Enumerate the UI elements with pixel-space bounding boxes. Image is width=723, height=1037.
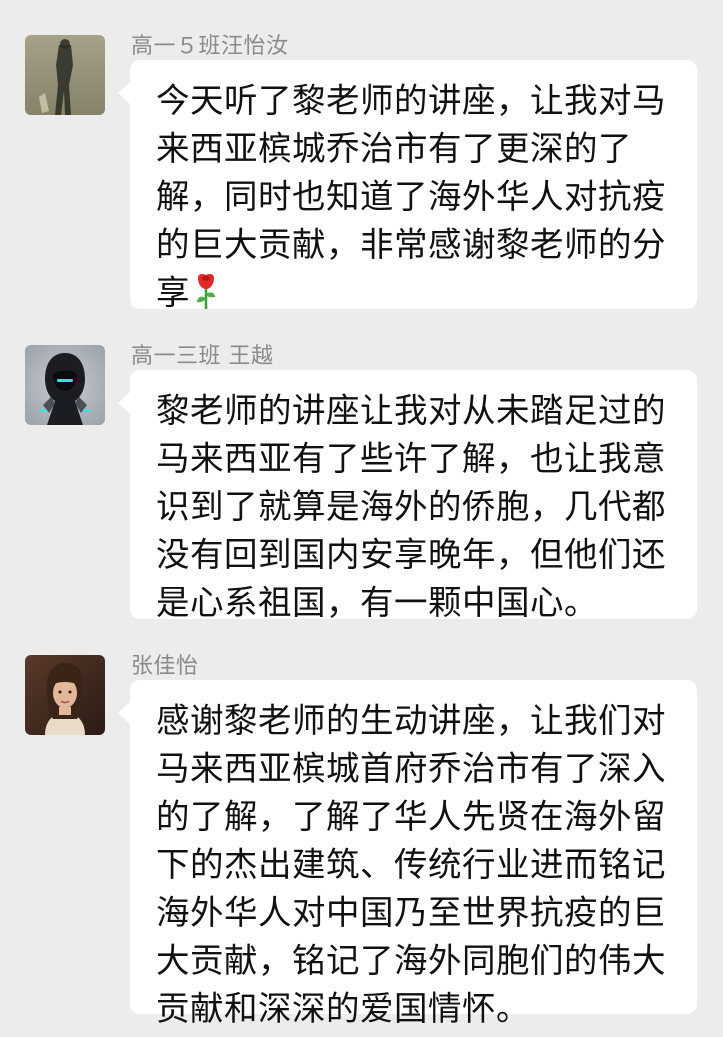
message-line: 马来西亚槟城首府乔治市有了深入 xyxy=(156,749,666,788)
message-bubble[interactable]: 感谢黎老师的生动讲座，让我们对 马来西亚槟城首府乔治市有了深入 的了解，了解了华… xyxy=(118,680,697,1028)
message-bubble[interactable]: 今天听了黎老师的讲座，让我对马 来西亚槟城乔治市有了更深的了 解，同时也知道了海… xyxy=(118,60,697,312)
message-line: 贡献和深深的爱国情怀。 xyxy=(156,989,530,1028)
message-line: 解，同时也知道了海外华人对抗疫 xyxy=(156,177,666,216)
message-line-last: 享 xyxy=(156,269,673,323)
message-line: 没有回到国内安享晚年，但他们还 xyxy=(156,535,666,574)
sender-name: 高一三班 王越 xyxy=(131,344,274,369)
avatar[interactable] xyxy=(25,35,105,115)
message-line: 黎老师的讲座让我对从未踏足过的 xyxy=(156,391,666,430)
message-line: 海外华人对中国乃至世界抗疫的巨 xyxy=(156,893,666,932)
avatar[interactable] xyxy=(25,655,105,735)
message-line: 下的杰出建筑、传统行业进而铭记 xyxy=(156,845,666,884)
sender-name: 高一５班汪怡汝 xyxy=(131,34,289,59)
message-line: 感谢黎老师的生动讲座，让我们对 xyxy=(156,701,666,740)
message-line-text: 享 xyxy=(156,273,190,312)
message-line: 的了解，了解了华人先贤在海外留 xyxy=(156,797,666,836)
message-line: 是心系祖国，有一颗中国心。 xyxy=(156,583,598,622)
message-line: 今天听了黎老师的讲座，让我对马 xyxy=(156,81,666,120)
message-line: 识到了就算是海外的侨胞，几代都 xyxy=(156,487,666,526)
message-bubble[interactable]: 黎老师的讲座让我对从未踏足过的 马来西亚有了些许了解，也让我意 识到了就算是海外… xyxy=(118,370,697,622)
message-line: 大贡献，铭记了海外同胞们的伟大 xyxy=(156,941,666,980)
avatar[interactable] xyxy=(25,345,105,425)
sender-name: 张佳怡 xyxy=(131,654,199,679)
message-line: 来西亚槟城乔治市有了更深的了 xyxy=(156,129,632,168)
message-line: 的巨大贡献，非常感谢黎老师的分 xyxy=(156,225,666,264)
rose-emoji xyxy=(194,272,218,323)
message-line: 马来西亚有了些许了解，也让我意 xyxy=(156,439,666,478)
